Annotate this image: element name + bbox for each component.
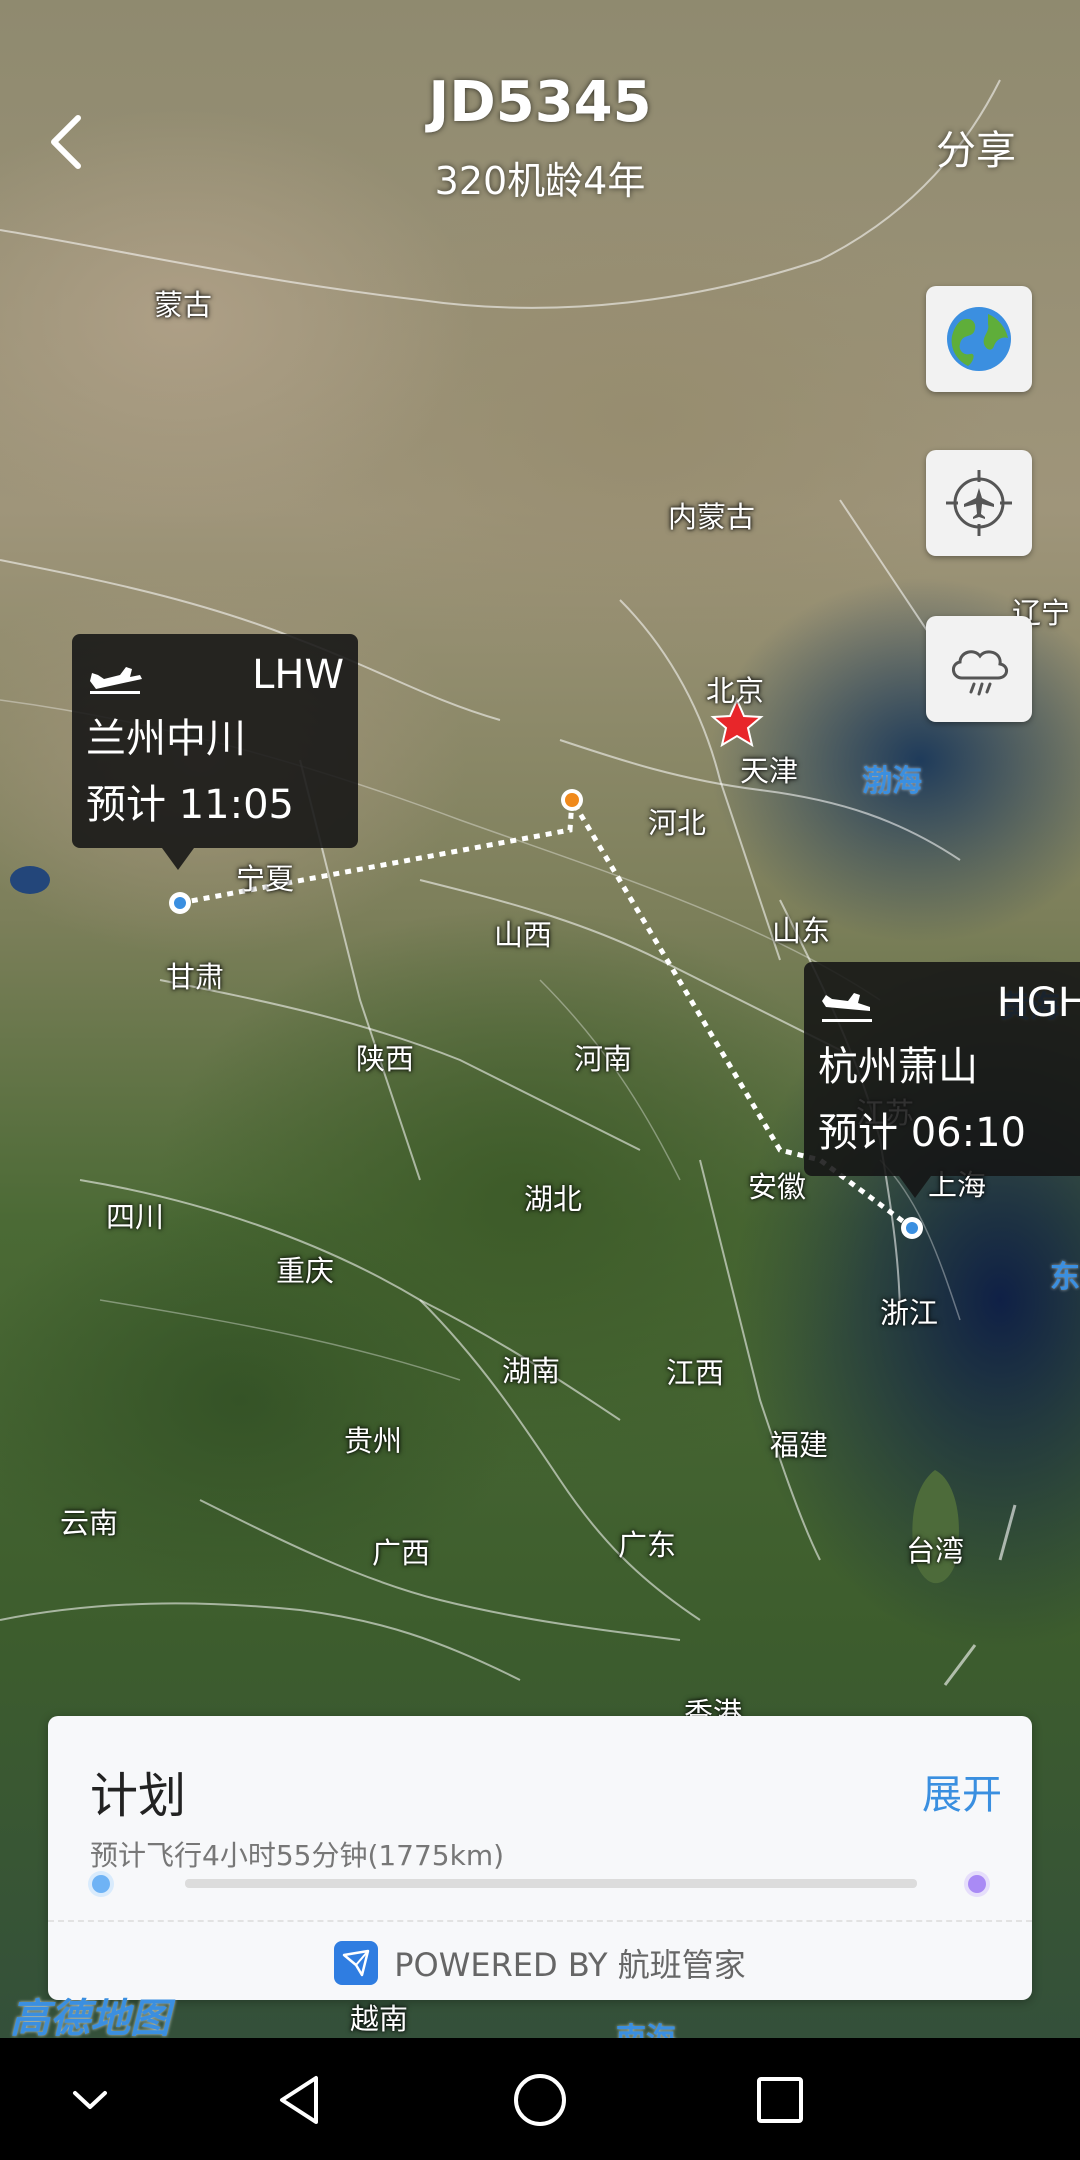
departure-code: LHW (252, 652, 344, 698)
region-label: 云南 (60, 1506, 119, 1540)
sea-label: 东 (1050, 1260, 1080, 1295)
globe-icon (947, 307, 1011, 371)
arrival-eta: 预计 06:10 (818, 1110, 1026, 1156)
airplane-icon (946, 470, 1012, 536)
recents-square-icon (757, 2077, 803, 2123)
region-label: 安徽 (748, 1170, 807, 1204)
takeoff-icon (90, 667, 142, 694)
flight-duration: 预计飞行4小时55分钟(1775km) (90, 1839, 505, 1872)
region-label: 河南 (574, 1042, 633, 1076)
region-label: 甘肃 (166, 960, 225, 994)
powered-by-text: POWERED BY 航班管家 (394, 1946, 746, 1984)
region-label: 河北 (648, 806, 707, 840)
arrival-airport: 杭州萧山 (818, 1044, 978, 1090)
region-label: 贵州 (344, 1424, 403, 1458)
nav-back-button[interactable] (262, 2062, 338, 2138)
region-label: 广东 (618, 1528, 677, 1562)
region-label: 蒙古 (154, 288, 213, 322)
aircraft-info: 320机龄4年 (434, 159, 646, 203)
flight-number: JD5345 (428, 70, 652, 135)
landing-icon (822, 993, 872, 1022)
powered-by: POWERED BY 航班管家 (48, 1938, 1032, 1988)
plan-title: 计划 (90, 1768, 187, 1824)
region-label: 陕西 (356, 1042, 415, 1076)
nav-recents-button[interactable] (742, 2062, 818, 2138)
region-label: 台湾 (906, 1534, 965, 1568)
region-label: 北京 (706, 674, 765, 708)
progress-end-dot (968, 1875, 986, 1893)
weather-icon (952, 650, 1008, 696)
hide-nav-button[interactable] (52, 2062, 128, 2138)
region-label: 重庆 (276, 1254, 335, 1288)
region-label: 越南 (350, 2002, 409, 2036)
nav-home-button[interactable] (502, 2062, 578, 2138)
departure-airport: 兰州中川 (86, 716, 246, 762)
app-logo-icon (334, 1941, 379, 1985)
airplane-button[interactable] (926, 450, 1032, 556)
plan-panel: 计划 展开 预计飞行4小时55分钟(1775km) POWERED BY 航班管… (48, 1716, 1032, 2000)
sea-label: 渤海 (862, 764, 922, 799)
home-circle-icon (514, 2074, 566, 2126)
departure-eta: 预计 11:05 (86, 782, 294, 828)
region-label: 福建 (770, 1428, 829, 1462)
region-label: 宁夏 (236, 862, 295, 896)
region-label: 内蒙古 (668, 500, 756, 534)
map-watermark: 高德地图 (10, 1996, 170, 2042)
region-label: 天津 (740, 754, 799, 788)
arrival-tooltip[interactable]: HGH 杭州萧山 预计 06:10 (804, 962, 1080, 1198)
region-label: 江西 (666, 1356, 725, 1390)
departure-tooltip[interactable]: LHW 兰州中川 预计 11:05 (72, 634, 358, 870)
region-label: 广西 (372, 1536, 431, 1570)
arrival-code: HGH (996, 980, 1080, 1026)
region-label: 湖南 (502, 1354, 561, 1388)
progress-track (185, 1879, 917, 1888)
globe-button[interactable] (926, 286, 1032, 392)
navigation-bar (0, 2038, 1080, 2160)
expand-button[interactable]: 展开 (922, 1762, 1002, 1820)
progress-start-dot (92, 1875, 110, 1893)
hide-chevron-icon (73, 2091, 107, 2109)
divider (48, 1920, 1032, 1922)
back-triangle-icon (280, 2076, 318, 2124)
region-label: 湖北 (524, 1182, 583, 1216)
weather-button[interactable] (926, 616, 1032, 722)
region-label: 山东 (772, 914, 831, 948)
region-label: 四川 (106, 1200, 165, 1234)
region-label: 山西 (494, 918, 553, 952)
share-button[interactable]: 分享 (936, 118, 1016, 176)
region-label: 浙江 (880, 1296, 939, 1330)
